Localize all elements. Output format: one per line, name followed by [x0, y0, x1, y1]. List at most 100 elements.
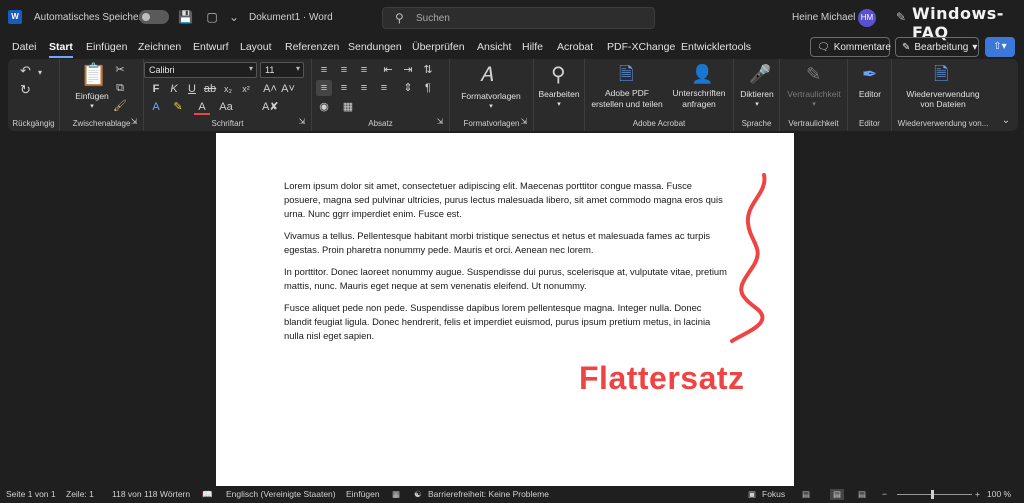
- create-pdf-button[interactable]: 🗎 Adobe PDF erstellen und teilen: [589, 61, 665, 113]
- zoom-slider-track[interactable]: [897, 494, 972, 495]
- decrease-indent-icon[interactable]: ⇤: [380, 62, 396, 78]
- underline-icon[interactable]: U: [184, 81, 200, 97]
- text-effects-glyph: A: [152, 101, 160, 113]
- ragged-edge-squiggle: [730, 173, 767, 343]
- zoom-level[interactable]: 100 %: [987, 489, 1011, 499]
- numbering-icon[interactable]: ≡: [336, 62, 352, 78]
- shading-icon[interactable]: ◉: [316, 99, 332, 115]
- focus-button[interactable]: Fokus: [762, 489, 785, 499]
- tab-pdf-xchange[interactable]: PDF-XChange: [607, 41, 675, 53]
- search-box[interactable]: ⚲ Suchen: [382, 7, 655, 29]
- tab-entwurf[interactable]: Entwurf: [193, 41, 229, 53]
- font-launcher-icon[interactable]: ⇲: [294, 114, 310, 130]
- tab-einfuegen[interactable]: Einfügen: [86, 41, 127, 53]
- strikethrough-icon[interactable]: ab: [202, 81, 218, 97]
- request-signatures-button[interactable]: 👤 Unterschriften anfragen: [665, 61, 733, 113]
- undo-dropdown-icon[interactable]: ▾: [38, 66, 42, 80]
- save-icon[interactable]: 💾: [178, 10, 193, 24]
- show-marks-icon[interactable]: ¶: [420, 80, 436, 96]
- sensitivity-button[interactable]: ✎ Vertraulichkeit ▾: [780, 61, 848, 113]
- undo-icon[interactable]: ↶: [20, 64, 31, 78]
- tab-ueberpruefen[interactable]: Überprüfen: [412, 41, 465, 53]
- highlight-icon[interactable]: ✎: [170, 99, 186, 115]
- justify-icon[interactable]: ≡: [376, 80, 392, 96]
- editing-button[interactable]: ⚲ Bearbeiten ▾: [534, 61, 584, 113]
- paragraph[interactable]: In porttitor. Donec laoreet nonummy augu…: [284, 265, 729, 293]
- align-center-icon[interactable]: ≡: [336, 80, 352, 96]
- tab-zeichnen[interactable]: Zeichnen: [138, 41, 181, 53]
- group-label-sensitivity: Vertraulichkeit: [788, 119, 839, 128]
- superscript-icon[interactable]: x²: [238, 81, 254, 97]
- page-count[interactable]: Seite 1 von 1: [6, 489, 56, 499]
- clear-formatting-icon[interactable]: A✘: [262, 99, 279, 115]
- italic-icon[interactable]: K: [166, 81, 182, 97]
- text-effects-icon[interactable]: A: [148, 99, 164, 115]
- line-spacing-icon[interactable]: ⇕: [400, 80, 416, 96]
- ribbon-collapse-chevron-icon[interactable]: ⌄: [998, 113, 1014, 129]
- sort-icon[interactable]: ⇅: [420, 62, 436, 78]
- format-painter-icon[interactable]: 🖌: [112, 98, 128, 114]
- styles-launcher-icon[interactable]: ⇲: [516, 114, 532, 130]
- accessibility-status[interactable]: Barrierefreiheit: Keine Probleme: [428, 489, 549, 499]
- grow-font-icon[interactable]: A˄: [262, 81, 278, 97]
- borders-icon[interactable]: ▦: [340, 99, 356, 115]
- tab-entwicklertools[interactable]: Entwicklertools: [681, 41, 751, 53]
- zoom-out-icon[interactable]: −: [882, 489, 887, 499]
- font-size-combo[interactable]: 11 ▾: [260, 62, 304, 78]
- paste-button[interactable]: 📋 Einfügen ▾: [68, 61, 116, 113]
- change-case-icon[interactable]: Aa: [218, 99, 234, 115]
- multilevel-list-icon[interactable]: ≡: [356, 62, 372, 78]
- language[interactable]: Englisch (Vereinigte Staaten): [226, 489, 336, 499]
- tab-ansicht[interactable]: Ansicht: [477, 41, 511, 53]
- zoom-slider-thumb[interactable]: [931, 490, 934, 499]
- paragraph-launcher-icon[interactable]: ⇲: [432, 114, 448, 130]
- tab-referenzen[interactable]: Referenzen: [285, 41, 339, 53]
- subscript-icon[interactable]: x₂: [220, 81, 236, 97]
- editor-button[interactable]: ✒ Editor: [848, 61, 892, 113]
- copy-icon[interactable]: ⧉: [112, 80, 128, 96]
- editing-mode-button[interactable]: ✎ Bearbeitung ▾: [895, 37, 979, 57]
- zoom-in-icon[interactable]: +: [975, 489, 980, 499]
- tab-sendungen[interactable]: Sendungen: [348, 41, 402, 53]
- paragraph[interactable]: Lorem ipsum dolor sit amet, consectetuer…: [284, 179, 729, 221]
- paragraph[interactable]: Vivamus a tellus. Pellentesque habitant …: [284, 229, 729, 257]
- user-avatar[interactable]: HM: [858, 9, 876, 27]
- word-count[interactable]: 118 von 118 Wörtern: [112, 489, 190, 499]
- share-button[interactable]: ⇧▾: [985, 37, 1015, 57]
- tab-datei[interactable]: Datei: [12, 41, 37, 53]
- document-page[interactable]: Lorem ipsum dolor sit amet, consectetuer…: [216, 133, 794, 486]
- autosave-toggle[interactable]: [139, 10, 169, 24]
- tab-hilfe[interactable]: Hilfe: [522, 41, 543, 53]
- styles-button[interactable]: 𝐴 Formatvorlagen ▾: [454, 61, 528, 113]
- shrink-font-icon[interactable]: A˅: [280, 81, 296, 97]
- print-layout-icon[interactable]: ▤: [830, 489, 845, 500]
- read-mode-icon[interactable]: ▤: [802, 489, 810, 500]
- align-right-icon[interactable]: ≡: [356, 80, 372, 96]
- paragraph[interactable]: Fusce aliquet pede non pede. Suspendisse…: [284, 301, 729, 343]
- increase-indent-icon[interactable]: ⇥: [400, 62, 416, 78]
- align-left-icon[interactable]: ≡: [316, 80, 332, 96]
- pen-icon[interactable]: ✎: [894, 10, 908, 24]
- line-number[interactable]: Zeile: 1: [66, 489, 94, 499]
- tab-acrobat[interactable]: Acrobat: [557, 41, 593, 53]
- search-icon: ⚲: [395, 11, 404, 25]
- layout-icon[interactable]: ▢: [205, 10, 219, 24]
- cut-icon[interactable]: ✂: [112, 62, 128, 78]
- reuse-files-button[interactable]: 🗎 Wiederverwendung von Dateien: [892, 61, 994, 113]
- macro-icon[interactable]: ▦: [392, 489, 400, 500]
- comments-button[interactable]: 🗨 Kommentare: [810, 37, 891, 57]
- insert-mode[interactable]: Einfügen: [346, 489, 380, 499]
- tab-start[interactable]: Start: [49, 41, 73, 58]
- web-layout-icon[interactable]: ▤: [858, 489, 866, 500]
- tab-layout[interactable]: Layout: [240, 41, 272, 53]
- clipboard-launcher-icon[interactable]: ⇲: [126, 114, 142, 130]
- proofing-icon[interactable]: 📖: [202, 489, 213, 500]
- font-color-icon[interactable]: A: [194, 99, 210, 115]
- customize-quick-access-icon[interactable]: ⌄: [227, 10, 241, 24]
- bullets-icon[interactable]: ≡: [316, 62, 332, 78]
- font-name-combo[interactable]: Calibri ▾: [144, 62, 257, 78]
- dictate-button[interactable]: 🎤 Diktieren ▾: [734, 61, 780, 113]
- redo-icon[interactable]: ↻: [20, 83, 31, 97]
- document-canvas[interactable]: Lorem ipsum dolor sit amet, consectetuer…: [0, 131, 1024, 486]
- bold-icon[interactable]: F: [148, 81, 164, 97]
